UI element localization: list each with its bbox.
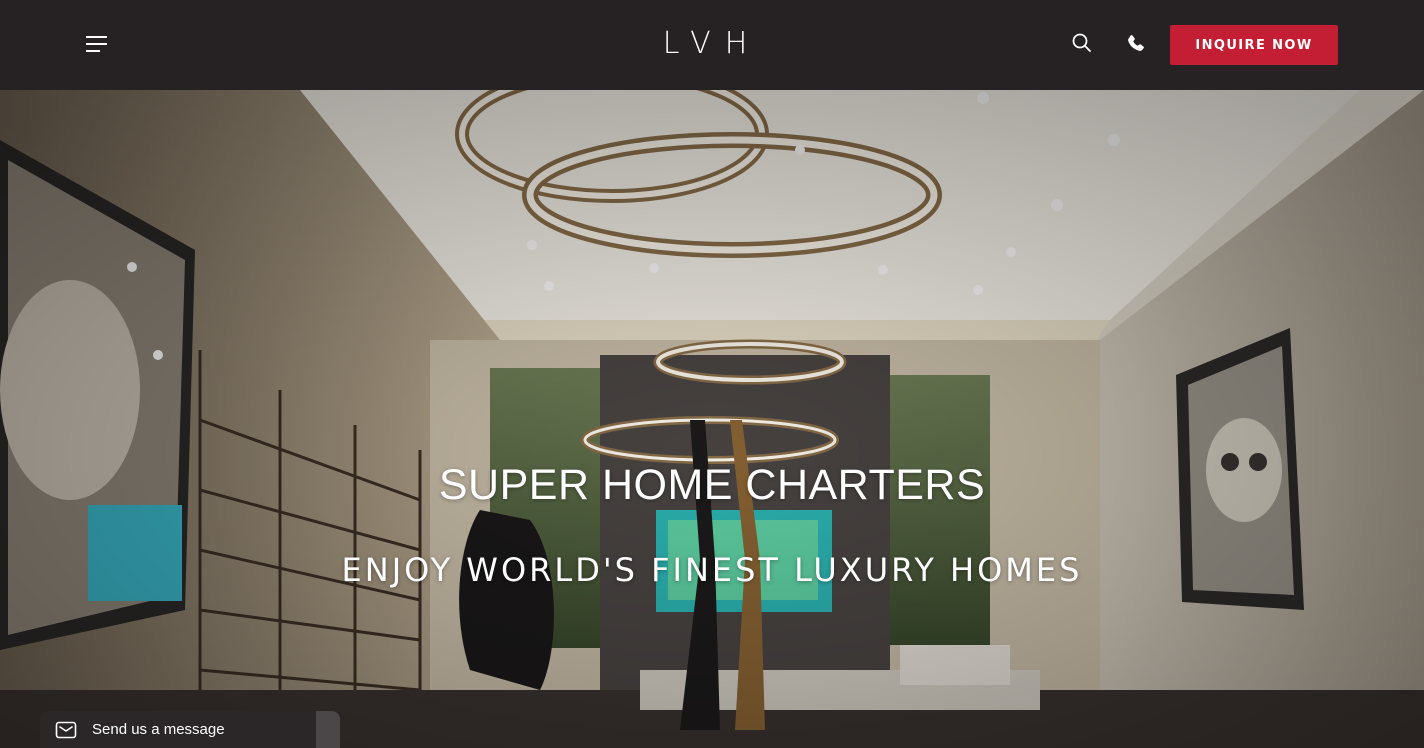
hero-banner: SUPER HOME CHARTERS ENJOY WORLD'S FINEST… — [0, 90, 1424, 748]
hamburger-menu-button[interactable] — [86, 36, 107, 53]
search-button[interactable] — [1071, 32, 1095, 56]
phone-button[interactable] — [1124, 32, 1148, 56]
top-navigation-bar: LVH INQUIRE NOW — [0, 0, 1424, 90]
hero-subtitle: ENJOY WORLD'S FINEST LUXURY HOMES — [341, 551, 1083, 589]
hero-title: SUPER HOME CHARTERS — [438, 461, 986, 509]
widget-corner-tab — [316, 711, 340, 748]
hamburger-menu-icon-line — [86, 43, 107, 45]
phone-icon — [1128, 35, 1144, 51]
envelope-icon — [55, 721, 77, 739]
search-icon — [1072, 33, 1091, 52]
site-logo[interactable]: LVH — [652, 26, 772, 62]
hamburger-menu-icon-line — [86, 36, 107, 38]
inquire-now-button[interactable]: INQUIRE NOW — [1170, 25, 1338, 65]
hero-background-image — [0, 90, 1424, 748]
hamburger-menu-icon-line — [86, 50, 100, 52]
send-message-widget[interactable]: Send us a message — [40, 711, 340, 748]
send-message-label: Send us a message — [92, 721, 225, 738]
